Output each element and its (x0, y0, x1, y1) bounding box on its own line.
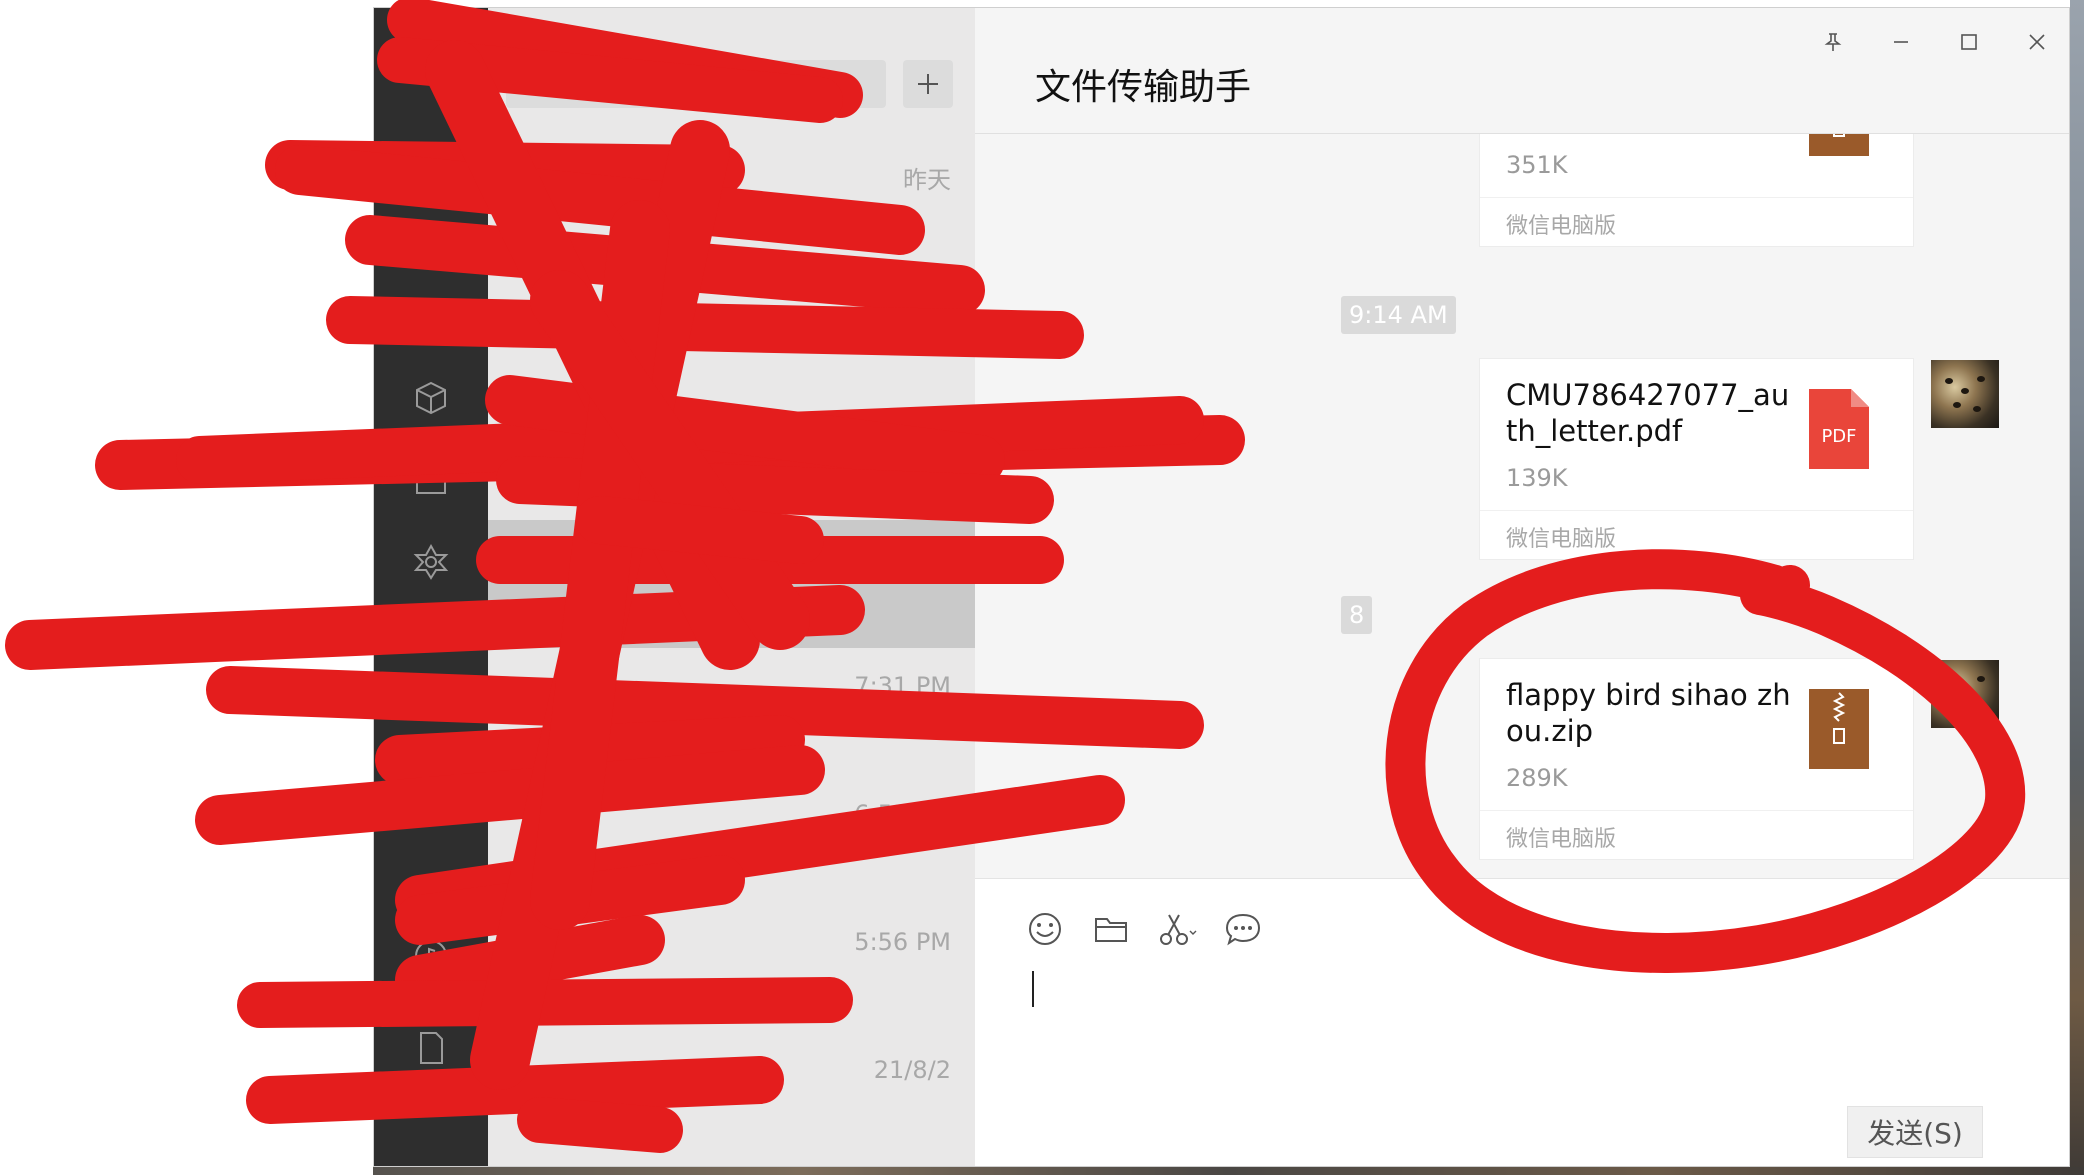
chat-item-time: 5:56 PM (854, 928, 951, 956)
message-composer[interactable]: 发送(S) (975, 878, 2069, 1166)
chat-header: 文件传输助手 (975, 8, 2069, 134)
pin-icon[interactable] (1819, 28, 1847, 56)
file-message-card[interactable]: 351K 微信电脑版 (1480, 134, 1913, 246)
search-placeholder: 搜索 (566, 74, 611, 99)
file-size: 289K (1506, 764, 1568, 792)
chat-list-item[interactable]: 21/8/2 (488, 1032, 975, 1160)
scissors-icon[interactable] (1157, 909, 1197, 949)
chat-list-item[interactable] (488, 392, 975, 520)
screenshot-root: 搜索 昨天 7:31 PM 6:53 PM 5:56 PM 21/8/2 文件传… (0, 0, 2084, 1175)
chat-item-time: 21/8/2 (873, 1056, 951, 1084)
send-button[interactable]: 发送(S) (1847, 1106, 1983, 1158)
message-list: 351K 微信电脑版 9:14 AM CMU786427077_auth_let… (975, 134, 2069, 884)
file-message-card[interactable]: CMU786427077_auth_letter.pdf 139K PDF 微信… (1480, 359, 1913, 559)
chat-list-item[interactable]: 5:56 PM (488, 904, 975, 1032)
file-message-card[interactable]: flappy bird sihao zhou.zip 289K 微信电脑版 (1480, 659, 1913, 859)
chat-pane: 文件传输助手 351K 微信电脑版 9:14 AM CMU786427077_a… (975, 8, 2069, 1166)
chat-item-time: 昨天 (903, 166, 951, 194)
file-size: 139K (1506, 464, 1568, 492)
chat-list-item[interactable]: 7:31 PM (488, 648, 975, 776)
emoji-icon[interactable] (1025, 909, 1065, 949)
minimize-icon[interactable] (1887, 28, 1915, 56)
nav-rail (374, 8, 488, 1166)
chat-list-item[interactable]: 昨天 (488, 136, 975, 264)
music-note-icon[interactable] (407, 932, 455, 980)
plus-icon (918, 74, 938, 94)
document-icon[interactable] (407, 1024, 455, 1072)
calendar-icon[interactable] (407, 456, 455, 504)
search-input[interactable]: 搜索 (506, 60, 886, 108)
file-name: CMU786427077_auth_letter.pdf (1506, 378, 1790, 448)
folder-icon[interactable] (1091, 909, 1131, 949)
desktop-background (2070, 0, 2084, 1175)
file-source: 微信电脑版 (1506, 527, 1617, 552)
gear-flower-icon[interactable] (407, 538, 455, 586)
file-size: 351K (1506, 151, 1568, 179)
chat-list-item-selected[interactable] (488, 520, 975, 648)
close-icon[interactable] (2023, 28, 2051, 56)
pdf-label: PDF (1821, 426, 1856, 447)
chat-list-item[interactable]: 6:53 PM (488, 776, 975, 904)
add-chat-button[interactable] (903, 60, 953, 108)
desktop-background-bottom (373, 1167, 2084, 1175)
chat-title: 文件传输助手 (1035, 67, 1252, 108)
text-caret (1032, 971, 1034, 1007)
zip-icon (1809, 689, 1869, 769)
chat-list-item[interactable] (488, 264, 975, 392)
cube-icon[interactable] (407, 374, 455, 422)
file-name: flappy bird sihao zhou.zip (1506, 678, 1791, 748)
zip-icon (1809, 134, 1869, 156)
maximize-icon[interactable] (1955, 28, 1983, 56)
pdf-icon: PDF (1809, 389, 1869, 469)
file-source: 微信电脑版 (1506, 214, 1617, 239)
chat-item-time: 6:53 PM (854, 800, 951, 828)
file-source: 微信电脑版 (1506, 827, 1617, 852)
time-separator: 9:14 AM (1341, 296, 1456, 334)
wechat-window: 搜索 昨天 7:31 PM 6:53 PM 5:56 PM 21/8/2 文件传… (373, 7, 2070, 1167)
time-separator: 8 (1341, 596, 1373, 634)
avatar[interactable] (1931, 360, 1999, 428)
chat-item-time: 7:31 PM (854, 672, 951, 700)
avatar[interactable] (1931, 660, 1999, 728)
chat-list: 搜索 昨天 7:31 PM 6:53 PM 5:56 PM 21/8/2 (488, 8, 976, 1166)
chat-bubble-icon[interactable] (1223, 909, 1263, 949)
